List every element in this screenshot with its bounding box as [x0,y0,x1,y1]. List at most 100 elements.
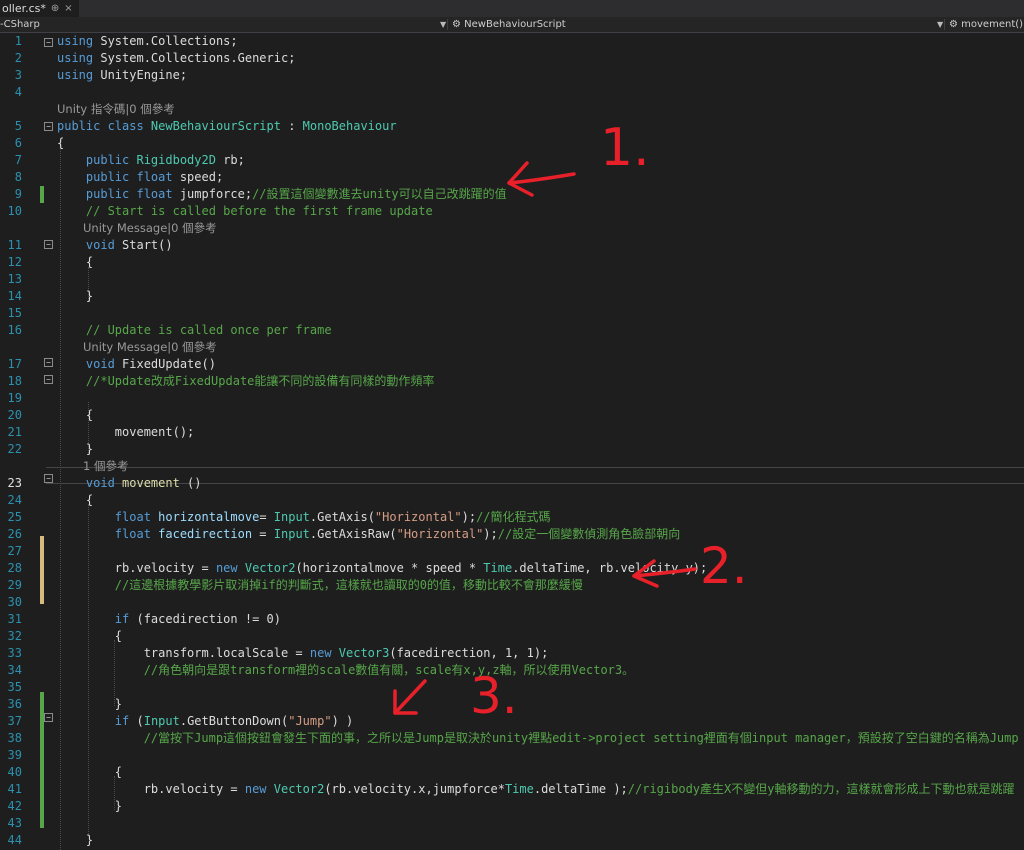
code-text[interactable]: } [57,798,122,815]
code-text[interactable]: if (facedirection != 0) [57,611,281,628]
code-text[interactable]: void FixedUpdate() [57,356,216,373]
code-text[interactable]: { [57,492,93,509]
code-text[interactable]: using UnityEngine; [57,67,187,84]
code-line[interactable]: 2 using System.Collections.Generic; [0,50,1024,67]
close-icon[interactable]: × [64,0,72,17]
code-line[interactable]: 3 using UnityEngine; [0,67,1024,84]
code-text[interactable]: //*Update改成FixedUpdate能讓不同的設備有同樣的動作頻率 [57,373,435,390]
codelens-references[interactable]: Unity 指令碼|0 個參考 [57,101,175,118]
code-line[interactable]: 1 using System.Collections; [0,33,1024,50]
line-number: 22 [7,442,22,456]
class-dropdown[interactable]: ⚙ NewBehaviourScript [452,17,566,32]
code-text[interactable]: // Start is called before the first fram… [57,203,433,220]
code-line[interactable]: 43 [0,815,1024,832]
code-line[interactable]: 44 } [0,832,1024,849]
code-line[interactable]: 42 } [0,798,1024,815]
code-line[interactable]: 36 } [0,696,1024,713]
code-text[interactable]: //這邊根據教學影片取消掉if的判斷式，這樣就也讀取的0的值，移動比較不會那麼緩… [57,577,583,594]
code-line[interactable]: 29 //這邊根據教學影片取消掉if的判斷式，這樣就也讀取的0的值，移動比較不會… [0,577,1024,594]
code-line[interactable]: 38 //當按下Jump這個按鈕會發生下面的事，之所以是Jump是取決於unit… [0,730,1024,747]
code-line[interactable]: 5 public class NewBehaviourScript : MonoB… [0,118,1024,135]
line-number: 26 [7,527,22,541]
code-text[interactable]: public float speed; [57,169,223,186]
code-line[interactable]: 31 if (facedirection != 0) [0,611,1024,628]
code-line[interactable]: 6{ [0,135,1024,152]
code-line[interactable]: 33 transform.localScale = new Vector3(fa… [0,645,1024,662]
code-line[interactable]: 35 [0,679,1024,696]
line-number: 15 [7,306,22,320]
codelens-references[interactable]: Unity Message|0 個參考 [83,339,217,356]
code-line[interactable]: 16 // Update is called once per frame [0,322,1024,339]
codelens-references[interactable]: 1 個參考 [83,458,128,475]
code-line[interactable]: 21 movement(); [0,424,1024,441]
code-line[interactable]: 27 [0,543,1024,560]
code-text[interactable]: void Start() [57,237,173,254]
code-line[interactable]: 23 void movement () [0,475,1024,492]
code-line[interactable]: 13 [0,271,1024,288]
code-text[interactable]: movement(); [57,424,194,441]
code-editor[interactable]: 1 using System.Collections; 2 using System.… [0,33,1024,850]
code-text[interactable]: } [57,696,122,713]
code-text[interactable]: if (Input.GetButtonDown("Jump") ) [57,713,353,730]
tab-controller-cs[interactable]: oller.cs* ⊕ × [0,0,79,17]
code-text[interactable]: // Update is called once per frame [57,322,332,339]
code-line[interactable]: 17 void FixedUpdate() [0,356,1024,373]
pin-icon[interactable]: ⊕ [51,0,59,17]
code-text[interactable]: void movement () [57,475,202,492]
code-text[interactable]: { [57,628,122,645]
code-line[interactable]: 30 [0,594,1024,611]
code-line[interactable]: 34 //角色朝向是跟transform裡的scale數值有關，scale有x,… [0,662,1024,679]
line-number: 2 [14,51,22,65]
code-text[interactable]: public float jumpforce;//設置這個變數進去unity可以… [57,186,507,203]
code-line[interactable]: 11 void Start() [0,237,1024,254]
code-line[interactable]: 15 [0,305,1024,322]
code-line[interactable]: 39 [0,747,1024,764]
code-line[interactable]: 32 { [0,628,1024,645]
code-text[interactable]: rb.velocity = new Vector2(rb.velocity.x,… [57,781,1015,798]
code-line[interactable]: 19 [0,390,1024,407]
code-text[interactable]: float horizontalmove= Input.GetAxis("Hor… [57,509,551,526]
code-line[interactable]: 25 float horizontalmove= Input.GetAxis("… [0,509,1024,526]
codelens-references[interactable]: Unity Message|0 個參考 [83,220,217,237]
line-number: 34 [7,663,22,677]
code-text[interactable]: } [57,441,93,458]
code-line[interactable]: 10 // Start is called before the first f… [0,203,1024,220]
code-line[interactable]: 9 public float jumpforce;//設置這個變數進去unity… [0,186,1024,203]
code-text[interactable]: { [57,254,93,271]
code-text[interactable]: transform.localScale = new Vector3(faced… [57,645,549,662]
code-text[interactable]: float facedirection = Input.GetAxisRaw("… [57,526,680,543]
code-text[interactable]: { [57,135,64,152]
code-line[interactable]: 7 public Rigidbody2D rb; [0,152,1024,169]
code-text[interactable]: rb.velocity = new Vector2(horizontalmove… [57,560,707,577]
code-text[interactable]: using System.Collections.Generic; [57,50,295,67]
code-line[interactable]: 18 //*Update改成FixedUpdate能讓不同的設備有同樣的動作頻率 [0,373,1024,390]
code-text[interactable]: } [57,832,93,849]
code-text[interactable]: { [57,764,122,781]
code-text[interactable]: { [57,407,93,424]
code-text[interactable]: } [57,288,93,305]
code-line[interactable]: 41 rb.velocity = new Vector2(rb.velocity… [0,781,1024,798]
code-line[interactable]: 20 { [0,407,1024,424]
code-line[interactable]: 22 } [0,441,1024,458]
code-line[interactable]: 24 { [0,492,1024,509]
code-line[interactable]: 8 public float speed; [0,169,1024,186]
code-line[interactable]: 37 if (Input.GetButtonDown("Jump") ) [0,713,1024,730]
member-dropdown[interactable]: ⚙ movement() [949,17,1023,32]
code-line[interactable]: 4 [0,84,1024,101]
chevron-down-icon[interactable]: ▼ [440,17,446,32]
code-text[interactable]: //角色朝向是跟transform裡的scale數值有關，scale有x,y,z… [57,662,634,679]
code-line[interactable]: 12 { [0,254,1024,271]
code-text[interactable]: public class NewBehaviourScript : MonoBe… [57,118,397,135]
code-token: } [57,799,123,813]
line-number: 13 [7,272,22,286]
project-dropdown[interactable]: -CSharp [0,17,40,32]
code-token: Start() [122,238,173,252]
chevron-down-icon[interactable]: ▼ [937,17,943,32]
code-line[interactable]: 14 } [0,288,1024,305]
code-text[interactable]: public Rigidbody2D rb; [57,152,245,169]
code-line[interactable]: 40 { [0,764,1024,781]
code-text[interactable]: using System.Collections; [57,33,238,50]
code-text[interactable]: //當按下Jump這個按鈕會發生下面的事，之所以是Jump是取決於unity裡點… [57,730,1019,747]
code-line[interactable]: 28 rb.velocity = new Vector2(horizontalm… [0,560,1024,577]
code-line[interactable]: 26 float facedirection = Input.GetAxisRa… [0,526,1024,543]
